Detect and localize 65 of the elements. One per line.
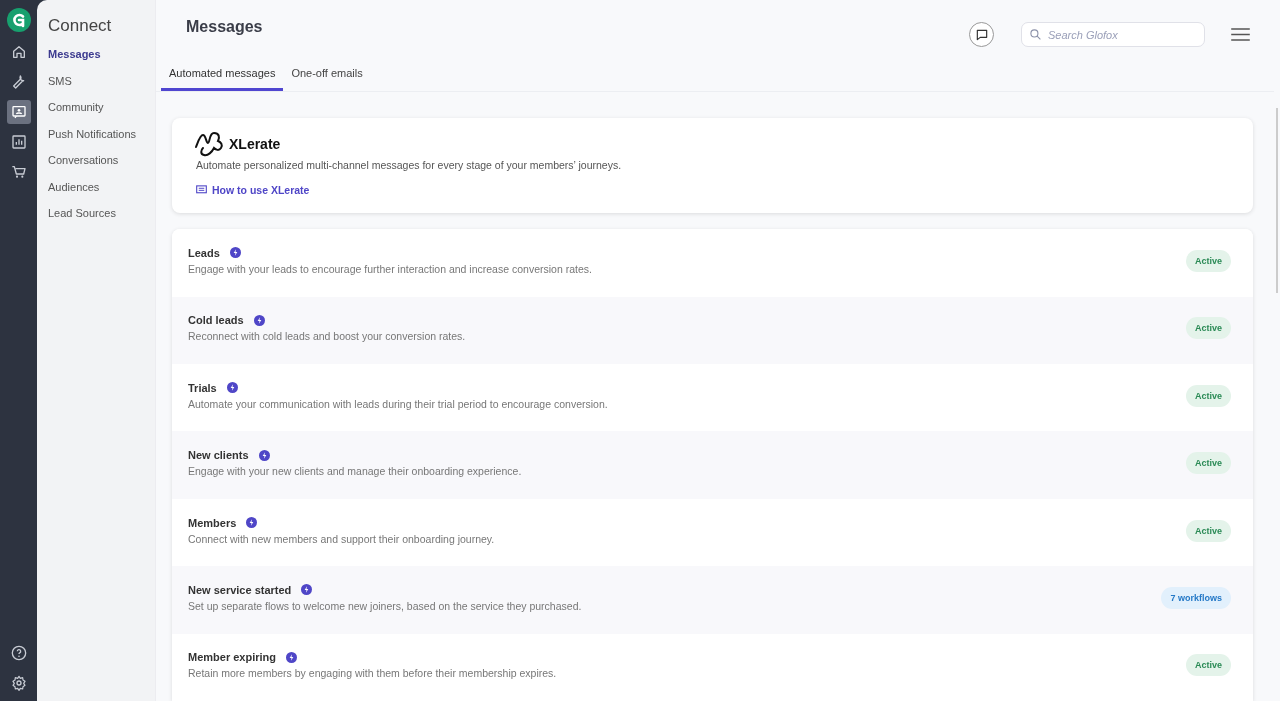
status-badge: Active [1186, 452, 1231, 475]
journey-row[interactable]: New service started Set up separate flows to welcome new joiners, based on the service they purchased. 7 workflows [172, 566, 1253, 634]
page-title: Messages [186, 17, 263, 36]
journey-title: Member expiring [188, 651, 277, 664]
bolt-icon [253, 314, 265, 326]
journey-row[interactable]: Member expiring Retain more members by engaging with them before their membership expires. Active [172, 633, 1253, 701]
status-badge: Active [1186, 519, 1231, 542]
menu-icon[interactable] [1231, 28, 1250, 42]
contact-card-nav-item[interactable] [6, 100, 31, 124]
chat-icon [974, 27, 989, 42]
status-badge: Active [1186, 654, 1231, 677]
journey-title: Leads [188, 246, 220, 259]
settings-icon[interactable] [10, 675, 27, 691]
status-badge: Active [1186, 317, 1231, 340]
bolt-icon [246, 517, 258, 528]
status-badge: 7 workflows [1161, 586, 1231, 609]
search-icon [1029, 28, 1042, 42]
nav-item[interactable]: Push Notifications [48, 126, 155, 153]
journey-title: Trials [188, 381, 217, 394]
journey-title: Cold leads [188, 314, 244, 327]
nav-item[interactable]: SMS [48, 73, 155, 100]
contact-card-icon [10, 104, 27, 120]
status-badge: Active [1186, 249, 1231, 272]
wrench-icon [10, 74, 27, 90]
bolt-icon [258, 449, 270, 461]
intro-description: Automate personalized multi-channel messages for every stage of your members’ journeys. [196, 159, 623, 172]
journey-description: Connect with new members and support their onboarding journey. [188, 532, 495, 545]
xlerate-logo-icon [194, 131, 226, 158]
journey-description: Engage with your leads to encourage further interaction and increase conversion rates. [188, 262, 592, 275]
journey-row[interactable]: Leads Engage with your leads to encourage further interaction and increase conversion rates. Active [172, 229, 1253, 297]
nav-item[interactable]: Messages [48, 47, 155, 74]
bolt-icon [286, 651, 298, 663]
journey-row[interactable]: Members Connect with new members and support their onboarding journey. Active [172, 498, 1253, 567]
journey-title: New service started [188, 583, 292, 596]
nav-item[interactable]: Audiences [48, 179, 155, 206]
logo-icon[interactable] [6, 8, 31, 32]
chat-button[interactable] [969, 22, 994, 48]
search-field[interactable]: Search Glofox [1021, 22, 1205, 48]
tab[interactable]: Automated messages [161, 55, 284, 92]
journey-title: New clients [188, 449, 249, 462]
journey-row[interactable]: Cold leads Reconnect with cold leads and boost your conversion rates. Active [172, 296, 1253, 365]
nav-item[interactable]: Lead Sources [48, 206, 155, 233]
cart-icon [10, 164, 27, 180]
journey-row[interactable]: Trials Automate your communication with leads during their trial period to encourage conversion. Active [172, 364, 1253, 432]
help-icon[interactable] [10, 645, 27, 661]
journey-description: Retain more members by engaging with them before their membership expires. [188, 667, 557, 680]
bar-chart-icon [10, 134, 27, 150]
bolt-icon [301, 584, 313, 596]
journey-description: Automate your communication with leads during their trial period to encourage conversion. [188, 397, 608, 410]
brand-name: XLerate [229, 136, 281, 153]
journey-description: Set up separate flows to welcome new joiners, based on the service they purchased. [188, 599, 582, 612]
section-title: Connect [48, 16, 113, 36]
journey-description: Reconnect with cold leads and boost your conversion rates. [188, 330, 466, 343]
journey-row[interactable]: New clients Engage with your new clients and manage their onboarding experience. Active [172, 431, 1253, 499]
home-icon [10, 44, 27, 60]
guide-icon [196, 185, 207, 196]
tab[interactable]: One-off emails [283, 55, 371, 92]
bolt-icon [229, 247, 241, 259]
nav-item[interactable]: Conversations [48, 153, 155, 180]
journey-title: Members [188, 516, 237, 529]
bolt-icon [226, 382, 238, 394]
help-link[interactable]: How to use XLerate [196, 184, 310, 197]
status-badge: Active [1186, 384, 1231, 407]
journey-description: Engage with your new clients and manage their onboarding experience. [188, 465, 522, 478]
nav-item[interactable]: Community [48, 100, 155, 127]
